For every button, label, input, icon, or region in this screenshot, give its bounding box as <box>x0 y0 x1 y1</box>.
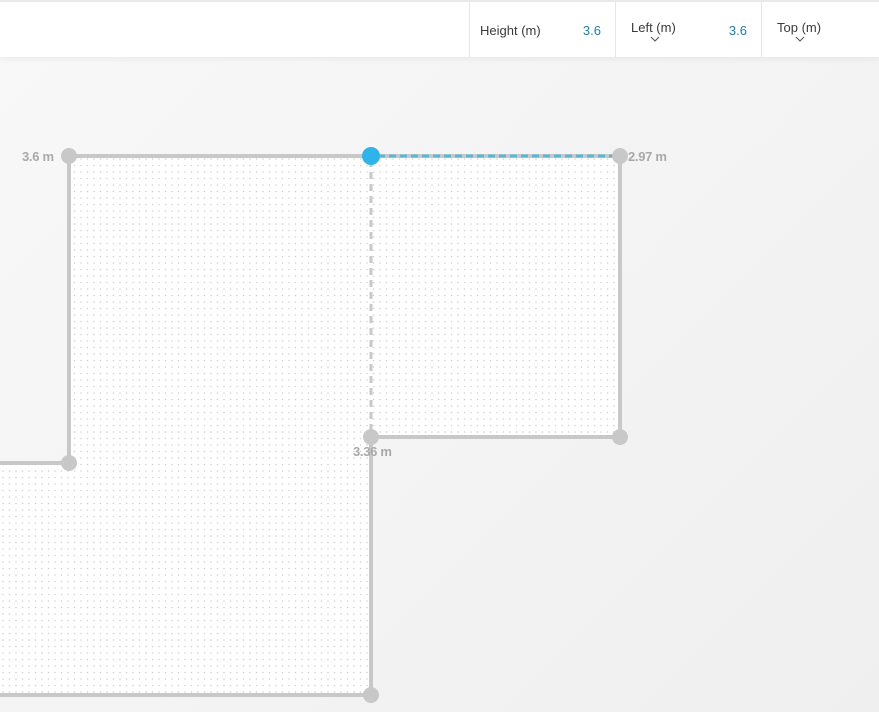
corner-node[interactable] <box>363 687 379 703</box>
dimension-label-inner: 3.36 m <box>353 444 392 459</box>
floor-plan-drawing <box>0 147 628 703</box>
top-toolbar: Height (m) 3.6 Left (m) 3.6 Top (m) <box>0 0 879 57</box>
chevron-down-icon[interactable] <box>650 36 660 42</box>
floor-plan-editor: Height (m) 3.6 Left (m) 3.6 Top (m) 3.6 … <box>0 0 879 712</box>
left-value-input[interactable]: 3.6 <box>729 23 747 38</box>
height-label: Height (m) <box>480 23 541 38</box>
corner-node[interactable] <box>61 455 77 471</box>
left-field[interactable]: Left (m) 3.6 <box>615 2 761 57</box>
dimension-label-top-right: 2.97 m <box>628 149 667 164</box>
corner-node[interactable] <box>612 148 628 164</box>
chevron-down-icon[interactable] <box>795 36 805 42</box>
selected-corner-node[interactable] <box>362 147 380 165</box>
height-value-input[interactable]: 3.6 <box>583 23 601 38</box>
plan-canvas[interactable]: 3.6 m 2.97 m 3.36 m <box>0 57 879 712</box>
height-field[interactable]: Height (m) 3.6 <box>469 2 615 57</box>
top-field[interactable]: Top (m) <box>761 2 879 57</box>
corner-node[interactable] <box>61 148 77 164</box>
top-label: Top (m) <box>777 20 822 35</box>
corner-node[interactable] <box>612 429 628 445</box>
dimension-label-left: 3.6 m <box>22 149 54 164</box>
left-label: Left (m) <box>631 20 676 35</box>
corner-node[interactable] <box>363 429 379 445</box>
